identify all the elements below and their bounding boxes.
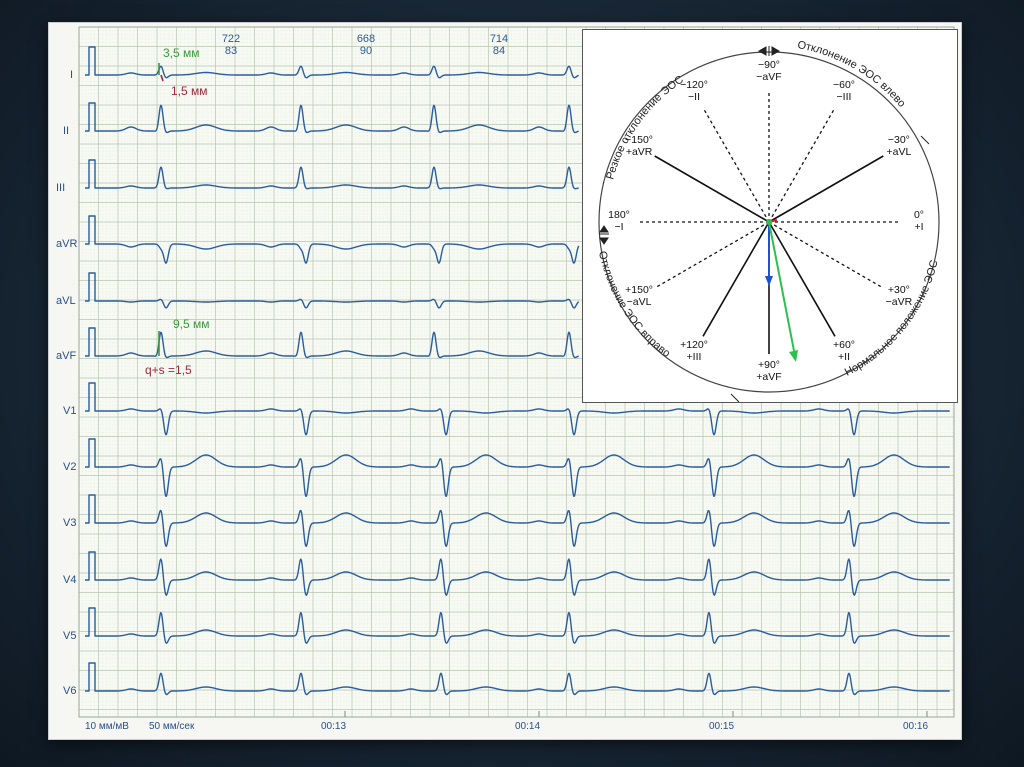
rr-ms: 722 (221, 33, 241, 45)
axis-lead: +aVF (756, 371, 782, 383)
lead-label: aVR (56, 238, 78, 250)
ecg-slide: I II III aVR aVL aVF V1 V2 V3 V4 V5 V6 722 83 668 9… (48, 22, 962, 740)
axis-origin (766, 219, 772, 225)
axis-degree: +120° (680, 338, 708, 351)
axis-degree: −120° (680, 79, 708, 92)
axis-lead: −II (688, 91, 700, 104)
axis-label: +150° −aVL (617, 284, 661, 308)
lead-axis-dashed (768, 107, 836, 223)
lead-label: V3 (63, 517, 77, 529)
axis-label: −30° +aVL (877, 134, 921, 158)
lead-axis-solid (768, 221, 836, 337)
lead-label: aVL (56, 295, 76, 307)
lead1-s-amplitude: 1,5 мм (171, 84, 208, 98)
axis-degree: −90° (757, 59, 780, 71)
vector-green (768, 221, 796, 357)
axis-degree: +60° (832, 338, 855, 351)
axis-label: −120° −II (672, 79, 716, 103)
axis-lead: −aVR (885, 296, 913, 308)
axis-lead: −aVL (626, 296, 652, 308)
lead-axis-dashed (768, 221, 884, 289)
rr-ms: 714 (489, 33, 509, 45)
axis-degree: +30° (887, 284, 910, 296)
axis-degree: +150° (625, 284, 654, 296)
axis-degree: 180° (608, 209, 630, 221)
lead-label: V4 (63, 574, 77, 586)
rr-interval-2: 668 90 (346, 33, 386, 57)
axis-degree: 0° (913, 209, 925, 221)
lead1-r-amplitude: 3,5 мм (163, 46, 200, 60)
lead-axis-solid (654, 155, 770, 223)
axis-lead: +aVR (625, 146, 653, 158)
lead-label: I (70, 69, 74, 81)
avf-qs-amplitude: q+s =1,5 (145, 363, 192, 377)
axis-degree: +90° (757, 359, 780, 371)
rr-bpm: 83 (224, 45, 238, 57)
speed-label: 50 мм/сек (149, 721, 195, 732)
lead-label: V1 (63, 405, 77, 417)
axis-label: −150° +aVR (617, 134, 661, 158)
rr-interval-3: 714 84 (479, 33, 519, 57)
axis-vectors (765, 219, 798, 362)
lead-label: V5 (63, 630, 77, 642)
electrical-axis-diagram: Резкое отклонение ЭОС Отклонение ЭОС вле… (582, 29, 958, 403)
axis-label: +30° −aVR (877, 284, 921, 308)
avf-r-amplitude: 9,5 мм (173, 317, 210, 331)
axis-lead: −III (836, 91, 852, 104)
axis-lead: +III (686, 350, 702, 363)
axis-label: −60° −III (822, 79, 866, 103)
axis-label: −90° −aVF (747, 59, 791, 83)
axis-label: +120° +III (672, 339, 716, 363)
lead-label: aVF (56, 350, 77, 362)
time-mark: 00:16 (903, 721, 929, 732)
rr-bpm: 84 (492, 45, 506, 57)
axis-degree: −30° (887, 134, 910, 146)
axis-lead: +II (838, 350, 850, 363)
vector-blue-arrow-icon (765, 276, 773, 286)
axis-label: 0° +I (897, 209, 941, 233)
rr-bpm: 90 (359, 45, 373, 57)
axis-degree: −60° (832, 79, 855, 92)
lead-label: V2 (63, 461, 77, 473)
rr-ms: 668 (356, 33, 376, 45)
axis-degree: −150° (625, 134, 654, 146)
rr-interval-1: 722 83 (211, 33, 251, 57)
lead-axis-solid (768, 155, 884, 223)
lead-axis-solid (702, 221, 770, 337)
axis-lead: +aVL (886, 146, 912, 158)
axis-lead: +I (914, 221, 924, 233)
time-mark: 00:13 (321, 721, 347, 732)
time-mark: 00:14 (515, 721, 541, 732)
axis-label: +90° +aVF (747, 359, 791, 383)
lead-label: V6 (63, 685, 77, 697)
lead-axis-dashed (654, 221, 770, 289)
axis-label: 180° −I (597, 209, 641, 233)
axis-lead: −aVF (756, 71, 782, 83)
gain-label: 10 мм/мВ (85, 721, 129, 732)
lead-label: II (63, 125, 70, 137)
axis-lead: −I (614, 221, 624, 233)
time-mark: 00:15 (709, 721, 735, 732)
axis-label: +60° +II (822, 339, 866, 363)
lead-label: III (56, 182, 66, 194)
lead-axis-dashed (702, 107, 770, 223)
